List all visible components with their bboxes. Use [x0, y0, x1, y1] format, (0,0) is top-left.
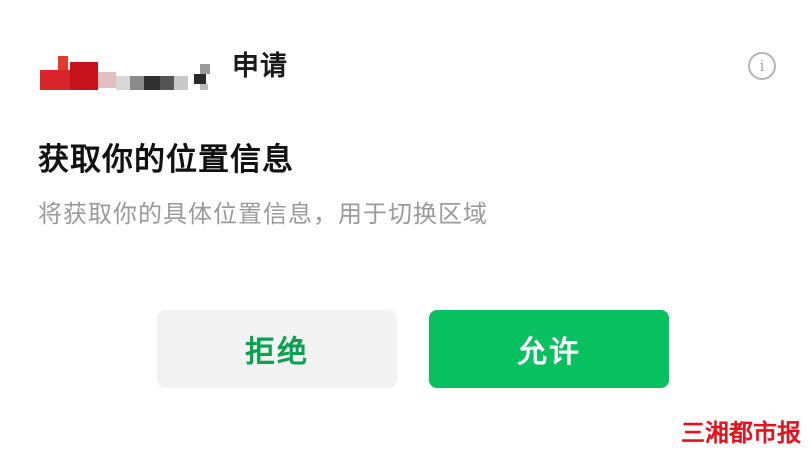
info-icon[interactable]: i [748, 52, 776, 80]
allow-button[interactable]: 允许 [429, 310, 669, 388]
request-label: 申请 [232, 51, 288, 82]
dialog-subtitle: 将获取你的具体位置信息，用于切换区域 [38, 200, 488, 228]
deny-button-label: 拒绝 [245, 335, 309, 370]
deny-button[interactable]: 拒绝 [157, 310, 397, 388]
permission-dialog: 申请 i 获取你的位置信息 将获取你的具体位置信息，用于切换区域 拒绝 允许 三… [0, 0, 811, 452]
allow-button-label: 允许 [517, 335, 581, 370]
watermark: 三湘都市报 [681, 419, 801, 447]
app-logo-pixelated [36, 48, 216, 90]
dialog-title: 获取你的位置信息 [38, 142, 294, 178]
dialog-header: 申请 i [36, 42, 776, 92]
